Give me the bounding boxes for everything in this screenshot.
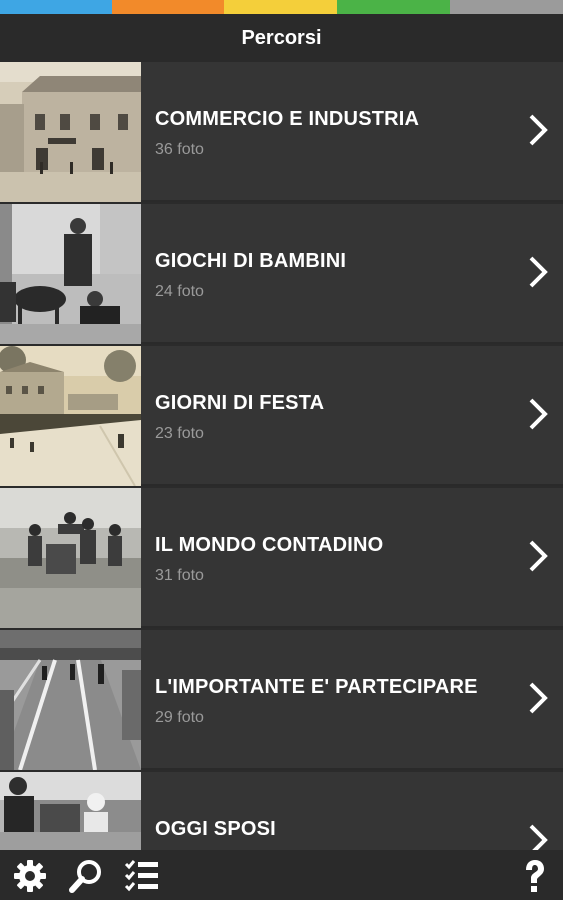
route-text: GIOCHI DI BAMBINI 24 foto xyxy=(155,250,346,301)
chevron-right-icon xyxy=(529,256,548,288)
route-row-partecipare[interactable]: L'IMPORTANTE E' PARTECIPARE 29 foto xyxy=(0,630,563,770)
route-title: OGGI SPOSI xyxy=(155,818,276,840)
route-thumbnail xyxy=(0,62,141,202)
search-icon[interactable] xyxy=(68,858,104,894)
route-text: COMMERCIO E INDUSTRIA 36 foto xyxy=(155,108,419,159)
chevron-right-icon xyxy=(529,540,548,572)
route-photo-count: 29 foto xyxy=(155,709,204,726)
route-row-festa[interactable]: GIORNI DI FESTA 23 foto xyxy=(0,346,563,486)
route-thumbnail xyxy=(0,204,141,344)
route-row-contadino[interactable]: IL MONDO CONTADINO 31 foto xyxy=(0,488,563,628)
route-row-commercio[interactable]: COMMERCIO E INDUSTRIA 36 foto xyxy=(0,62,563,202)
top-header: Percorsi xyxy=(0,14,563,62)
route-thumbnail xyxy=(0,630,141,770)
checklist-icon[interactable] xyxy=(124,858,160,894)
route-row-sposi[interactable]: OGGI SPOSI xyxy=(0,772,563,850)
route-photo-count: 23 foto xyxy=(155,425,204,442)
route-text: IL MONDO CONTADINO 31 foto xyxy=(155,534,383,585)
route-title: GIOCHI DI BAMBINI xyxy=(155,250,347,272)
color-stripe xyxy=(0,0,563,14)
chevron-right-icon xyxy=(529,398,548,430)
route-row-giochi[interactable]: GIOCHI DI BAMBINI 24 foto xyxy=(0,204,563,344)
color-stripe-orange xyxy=(112,0,224,14)
route-photo-count: 31 foto xyxy=(155,567,204,584)
bottom-toolbar xyxy=(0,850,563,900)
chevron-right-icon xyxy=(529,824,548,850)
help-icon[interactable] xyxy=(516,858,552,894)
route-thumbnail xyxy=(0,346,141,486)
route-photo-count: 36 foto xyxy=(155,141,204,158)
chevron-right-icon xyxy=(529,682,548,714)
page-title: Percorsi xyxy=(241,26,322,49)
route-thumbnail xyxy=(0,488,141,628)
color-stripe-green xyxy=(337,0,450,14)
route-title: IL MONDO CONTADINO xyxy=(155,534,384,556)
route-thumbnail xyxy=(0,772,141,850)
routes-list: COMMERCIO E INDUSTRIA 36 foto GIOCHI DI … xyxy=(0,62,563,850)
route-text: L'IMPORTANTE E' PARTECIPARE 29 foto xyxy=(155,676,478,727)
color-stripe-yellow xyxy=(224,0,337,14)
chevron-right-icon xyxy=(529,114,548,146)
color-stripe-gray xyxy=(450,0,563,14)
route-title: GIORNI DI FESTA xyxy=(155,392,325,414)
route-photo-count: 24 foto xyxy=(155,283,204,300)
gear-icon[interactable] xyxy=(12,858,48,894)
route-title: L'IMPORTANTE E' PARTECIPARE xyxy=(155,676,478,698)
color-stripe-blue xyxy=(0,0,112,14)
route-title: COMMERCIO E INDUSTRIA xyxy=(155,108,420,130)
route-text: GIORNI DI FESTA 23 foto xyxy=(155,392,324,443)
route-text: OGGI SPOSI xyxy=(155,818,276,850)
